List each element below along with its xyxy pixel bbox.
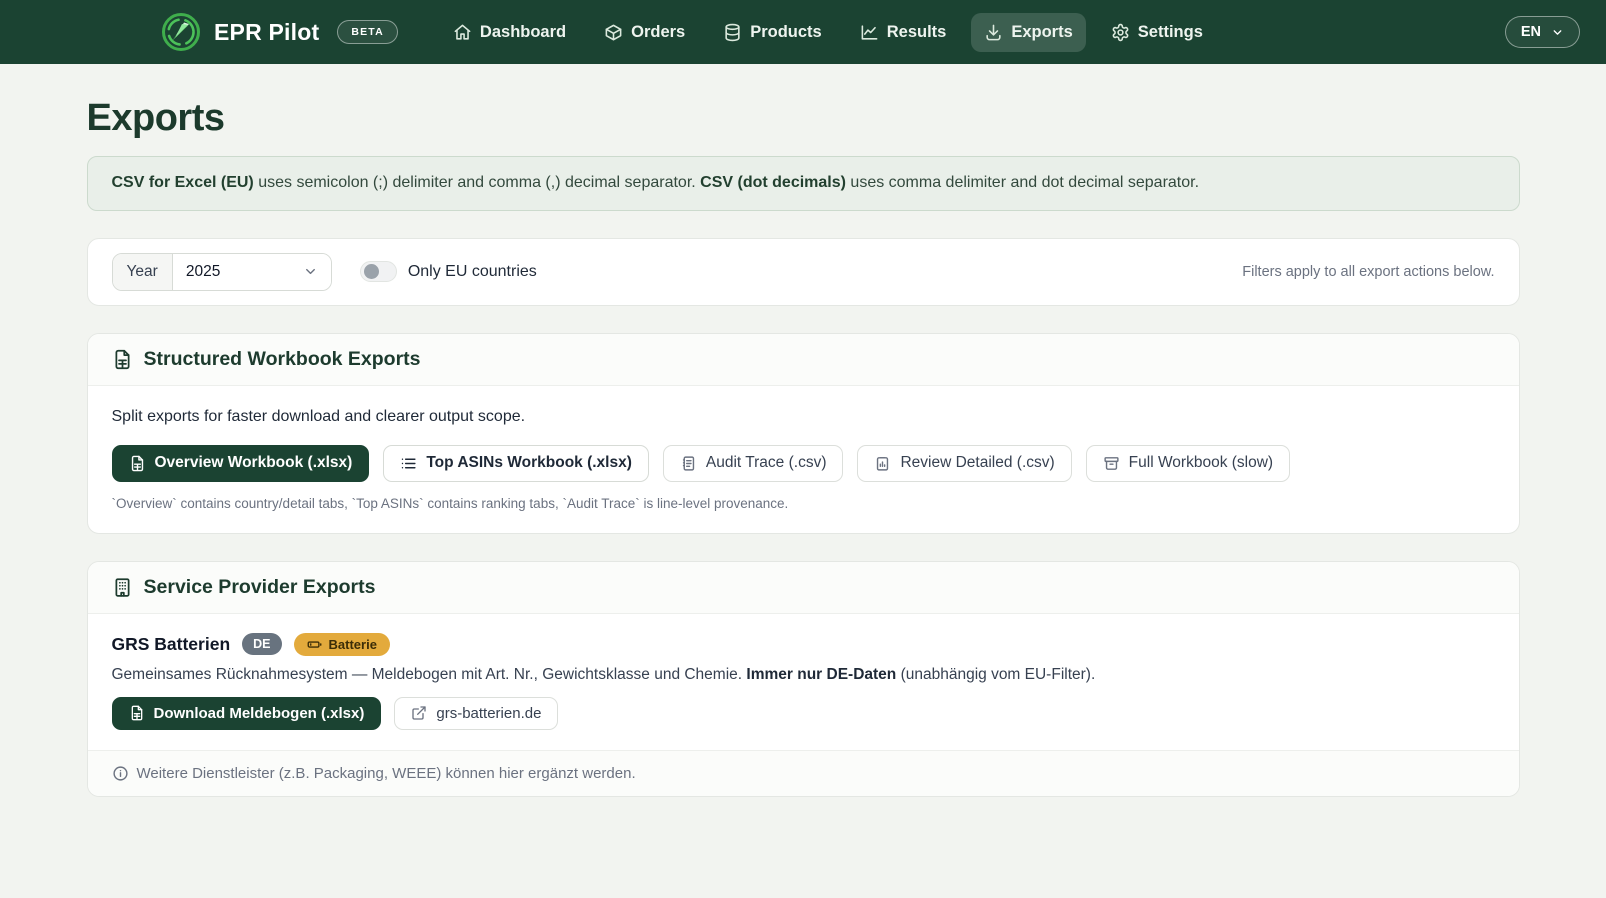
nav-item-orders[interactable]: Orders xyxy=(591,13,698,52)
nav-item-results[interactable]: Results xyxy=(847,13,960,52)
battery-icon xyxy=(307,637,322,652)
database-icon xyxy=(723,23,742,42)
info-icon xyxy=(112,765,129,782)
nav-item-dashboard[interactable]: Dashboard xyxy=(440,13,579,52)
spreadsheet-file-icon xyxy=(112,349,133,370)
banner-strong-text: CSV (dot decimals) xyxy=(700,174,846,191)
structured-workbook-exports-card: Structured Workbook Exports Split export… xyxy=(86,332,1520,534)
spreadsheet-icon xyxy=(129,455,146,472)
list-icon xyxy=(400,455,417,472)
chevron-down-icon xyxy=(1551,26,1564,39)
full-workbook-button[interactable]: Full Workbook (slow) xyxy=(1085,444,1291,482)
main-content: Exports CSV for Excel (EU) uses semicolo… xyxy=(86,97,1520,797)
banner-text: uses semicolon (;) delimiter and comma (… xyxy=(253,174,701,191)
toggle-knob xyxy=(363,264,379,280)
country-badge: DE xyxy=(242,633,282,656)
provider-actions: Download Meldebogen (.xlsx) grs-batterie… xyxy=(111,696,1495,730)
card-header: Service Provider Exports xyxy=(87,561,1519,614)
button-label: Review Detailed (.csv) xyxy=(900,454,1055,472)
main-navigation: Dashboard Orders Products Results Export… xyxy=(440,12,1216,52)
year-select-value: 2025 xyxy=(185,262,221,280)
building-icon xyxy=(112,577,133,598)
button-label: Full Workbook (slow) xyxy=(1128,454,1274,472)
nav-label: Orders xyxy=(631,22,686,41)
year-filter-group: Year 2025 xyxy=(111,252,332,291)
button-label: Top ASINs Workbook (.xlsx) xyxy=(426,454,632,472)
provider-description: Gemeinsames Rücknahmesystem — Meldebogen… xyxy=(112,666,1495,684)
card-header: Structured Workbook Exports xyxy=(87,333,1519,386)
nav-label: Settings xyxy=(1137,22,1203,41)
nav-label: Exports xyxy=(1011,22,1073,41)
package-icon xyxy=(604,23,623,42)
provider-card-footer: Weitere Dienstleister (z.B. Packaging, W… xyxy=(87,749,1519,796)
nav-item-exports[interactable]: Exports xyxy=(971,12,1086,52)
chart-icon xyxy=(860,23,879,42)
nav-item-products[interactable]: Products xyxy=(710,13,835,52)
chevron-down-icon xyxy=(303,264,318,279)
eu-only-toggle[interactable] xyxy=(359,261,397,283)
nav-label: Results xyxy=(886,22,947,41)
nav-item-settings[interactable]: Settings xyxy=(1098,13,1216,52)
button-label: grs-batterien.de xyxy=(436,704,542,722)
category-badge-label: Batterie xyxy=(328,636,377,652)
eu-only-toggle-group: Only EU countries xyxy=(359,261,537,283)
button-label: Download Meldebogen (.xlsx) xyxy=(153,704,365,722)
nav-label: Products xyxy=(750,22,822,41)
document-lines-icon xyxy=(680,455,697,472)
category-badge: Batterie xyxy=(293,632,390,656)
language-value: EN xyxy=(1520,24,1541,40)
audit-trace-button[interactable]: Audit Trace (.csv) xyxy=(662,444,844,482)
provider-description-text: (unabhängig vom EU-Filter). xyxy=(896,665,1096,683)
workbook-footnote: `Overview` contains country/detail tabs,… xyxy=(111,495,789,511)
download-meldebogen-button[interactable]: Download Meldebogen (.xlsx) xyxy=(111,696,382,730)
clipboard-chart-icon xyxy=(874,455,891,472)
provider-website-link[interactable]: grs-batterien.de xyxy=(394,696,559,730)
archive-icon xyxy=(1103,455,1120,472)
home-icon xyxy=(453,23,472,42)
beta-badge: BETA xyxy=(337,20,398,44)
top-navbar: EPR Pilot BETA Dashboard Orders Products… xyxy=(0,0,1606,64)
provider-head: GRS Batterien DE Batterie xyxy=(111,632,1495,656)
card-title: Structured Workbook Exports xyxy=(143,347,421,370)
gear-icon xyxy=(1111,23,1130,42)
workbook-description: Split exports for faster download and cl… xyxy=(111,407,526,425)
download-icon xyxy=(984,23,1003,42)
app-title: EPR Pilot xyxy=(214,18,320,45)
csv-format-info-banner: CSV for Excel (EU) uses semicolon (;) de… xyxy=(86,156,1520,211)
provider-description-text: Gemeinsames Rücknahmesystem — Meldebogen… xyxy=(111,665,747,683)
spreadsheet-icon xyxy=(129,705,145,721)
button-label: Overview Workbook (.xlsx) xyxy=(154,454,353,472)
language-select[interactable]: EN xyxy=(1504,16,1580,48)
provider-row: GRS Batterien DE Batterie Gemeinsames Rü… xyxy=(88,614,1519,750)
year-filter-label: Year xyxy=(112,253,173,290)
service-provider-exports-card: Service Provider Exports GRS Batterien D… xyxy=(86,560,1520,797)
provider-name: GRS Batterien xyxy=(111,633,231,654)
card-title: Service Provider Exports xyxy=(143,575,376,598)
app-logo-compass-icon xyxy=(160,11,202,53)
banner-text: uses comma delimiter and dot decimal sep… xyxy=(845,174,1200,191)
banner-strong-text: CSV for Excel (EU) xyxy=(111,174,254,191)
export-buttons-row: Overview Workbook (.xlsx) Top ASINs Work… xyxy=(111,444,1495,482)
eu-only-toggle-label: Only EU countries xyxy=(407,262,537,280)
provider-description-strong: Immer nur DE-Daten xyxy=(746,665,897,683)
filter-bar: Year 2025 Only EU countries Filters appl… xyxy=(86,237,1520,306)
filter-note: Filters apply to all export actions belo… xyxy=(1242,263,1495,280)
brand: EPR Pilot BETA xyxy=(160,11,398,53)
page-title: Exports xyxy=(86,97,225,139)
top-asins-workbook-button[interactable]: Top ASINs Workbook (.xlsx) xyxy=(383,444,649,482)
card-body: Split exports for faster download and cl… xyxy=(88,386,1519,533)
review-detailed-button[interactable]: Review Detailed (.csv) xyxy=(857,444,1072,482)
year-select[interactable]: 2025 xyxy=(172,253,331,290)
footer-note-text: Weitere Dienstleister (z.B. Packaging, W… xyxy=(136,764,636,782)
overview-workbook-button[interactable]: Overview Workbook (.xlsx) xyxy=(111,444,370,482)
external-link-icon xyxy=(411,705,427,721)
nav-label: Dashboard xyxy=(479,22,567,41)
button-label: Audit Trace (.csv) xyxy=(705,454,827,472)
